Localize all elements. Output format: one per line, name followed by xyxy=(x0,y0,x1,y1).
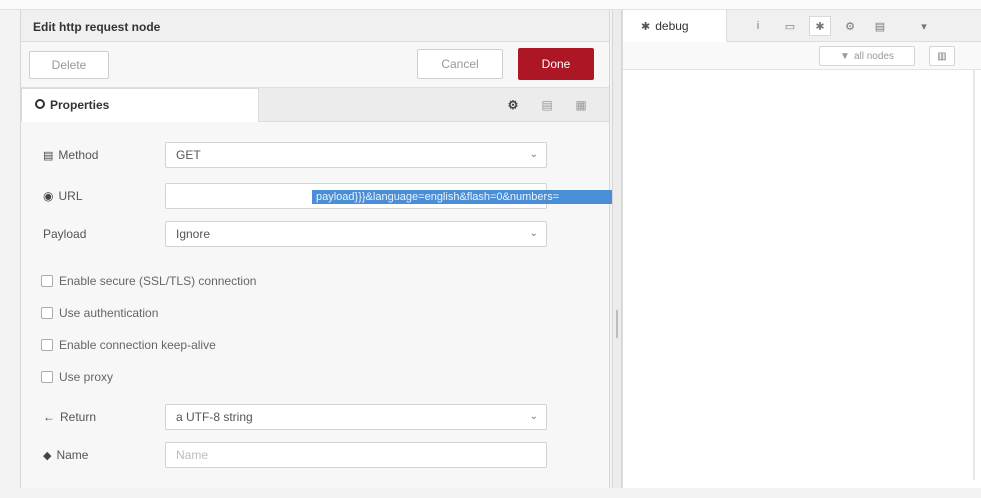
clear-button[interactable]: ▥ xyxy=(929,46,955,66)
tab-debug[interactable]: ✱ debug xyxy=(623,10,727,42)
settings-tab-icon[interactable]: ⚙ xyxy=(505,97,521,113)
tab-debug-label: debug xyxy=(655,19,689,33)
name-placeholder: Name xyxy=(176,448,209,462)
return-value: a UTF-8 string xyxy=(176,410,253,424)
proxy-checkbox[interactable] xyxy=(41,371,53,383)
chevron-down-icon: ⌄ xyxy=(529,149,538,160)
gear-icon xyxy=(35,99,45,109)
method-select[interactable]: GET ⌄ xyxy=(165,142,547,168)
payload-select[interactable]: Ignore ⌄ xyxy=(165,221,547,247)
ssl-checkbox-row[interactable]: Enable secure (SSL/TLS) connection xyxy=(41,274,256,288)
done-button[interactable]: Done xyxy=(518,48,594,80)
app-root: Edit http request node Delete Cancel Don… xyxy=(0,0,981,498)
keepalive-checkbox[interactable] xyxy=(41,339,53,351)
edit-node-panel: Edit http request node Delete Cancel Don… xyxy=(20,10,686,488)
debug-scrollbar[interactable] xyxy=(973,70,975,480)
auth-checkbox[interactable] xyxy=(41,307,53,319)
delete-button[interactable]: Delete xyxy=(29,51,109,79)
trash-icon: ▥ xyxy=(937,50,947,62)
name-row-label: ◆ Name xyxy=(43,448,88,462)
proxy-checkbox-label: Use proxy xyxy=(59,370,114,384)
database-icon[interactable]: ▤ xyxy=(869,16,891,36)
properties-form: ▤ Method GET ⌄ ◉ URL payload}}}&language… xyxy=(21,122,686,488)
filter-icon: ▼ xyxy=(840,50,850,62)
bug-icon[interactable]: ✱ xyxy=(809,16,831,36)
book-icon[interactable]: ▭ xyxy=(779,16,801,36)
cancel-button[interactable]: Cancel xyxy=(417,49,503,79)
chevron-down-icon: ⌄ xyxy=(529,228,538,239)
proxy-checkbox-row[interactable]: Use proxy xyxy=(41,370,113,384)
ssl-checkbox[interactable] xyxy=(41,275,53,287)
auth-checkbox-row[interactable]: Use authentication xyxy=(41,306,158,320)
editor-toolbar: Delete Cancel Done xyxy=(21,42,609,88)
description-tab-icon[interactable]: ▤ xyxy=(539,97,555,113)
method-label: Method xyxy=(58,148,99,162)
filter-button[interactable]: ▼ all nodes xyxy=(819,46,915,66)
editor-tabs: Properties ⚙ ▤ ▦ xyxy=(21,88,609,122)
return-row-label: ← Return xyxy=(43,410,96,424)
splitter-grip[interactable] xyxy=(616,310,618,338)
method-value: GET xyxy=(176,148,201,162)
globe-icon: ◉ xyxy=(43,189,54,203)
sidebar-tabs: ✱ debug i ▭ ✱ ⚙ ▤ ▾ xyxy=(623,10,981,42)
name-input[interactable]: Name xyxy=(165,442,547,468)
debug-sidebar: ✱ debug i ▭ ✱ ⚙ ▤ ▾ ▼ all nodes ▥ xyxy=(622,10,981,488)
url-row-label: ◉ URL xyxy=(43,189,83,203)
tab-properties[interactable]: Properties xyxy=(21,88,259,122)
chevron-down-icon[interactable]: ▾ xyxy=(913,16,935,36)
list-icon: ▤ xyxy=(43,149,54,162)
appearance-tab-icon[interactable]: ▦ xyxy=(573,97,589,113)
tag-icon: ◆ xyxy=(43,449,52,462)
editor-title: Edit http request node xyxy=(33,20,161,34)
top-strip xyxy=(0,0,981,10)
gear-icon[interactable]: ⚙ xyxy=(839,16,861,36)
url-label: URL xyxy=(58,189,83,203)
payload-value: Ignore xyxy=(176,227,211,241)
editor-header: Edit http request node xyxy=(21,10,609,42)
ssl-checkbox-label: Enable secure (SSL/TLS) connection xyxy=(59,274,257,288)
method-row-label: ▤ Method xyxy=(43,148,98,162)
payload-row-label: Payload xyxy=(43,227,86,241)
auth-checkbox-label: Use authentication xyxy=(59,306,159,320)
url-input[interactable]: payload}}}&language=english&flash=0&numb… xyxy=(165,183,686,209)
keepalive-checkbox-label: Enable connection keep-alive xyxy=(59,338,216,352)
arrow-left-icon: ← xyxy=(43,410,55,424)
bug-icon: ✱ xyxy=(641,20,651,33)
debug-toolbar: ▼ all nodes ▥ xyxy=(623,42,981,70)
return-label: Return xyxy=(60,410,97,424)
panel-splitter[interactable] xyxy=(612,10,622,488)
name-label: Name xyxy=(56,448,89,462)
tab-properties-label: Properties xyxy=(50,98,110,112)
info-icon[interactable]: i xyxy=(747,16,769,36)
keepalive-checkbox-row[interactable]: Enable connection keep-alive xyxy=(41,338,216,352)
return-select[interactable]: a UTF-8 string ⌄ xyxy=(165,404,547,430)
filter-label: all nodes xyxy=(853,50,894,62)
chevron-down-icon: ⌄ xyxy=(529,411,538,422)
payload-label: Payload xyxy=(43,227,87,241)
